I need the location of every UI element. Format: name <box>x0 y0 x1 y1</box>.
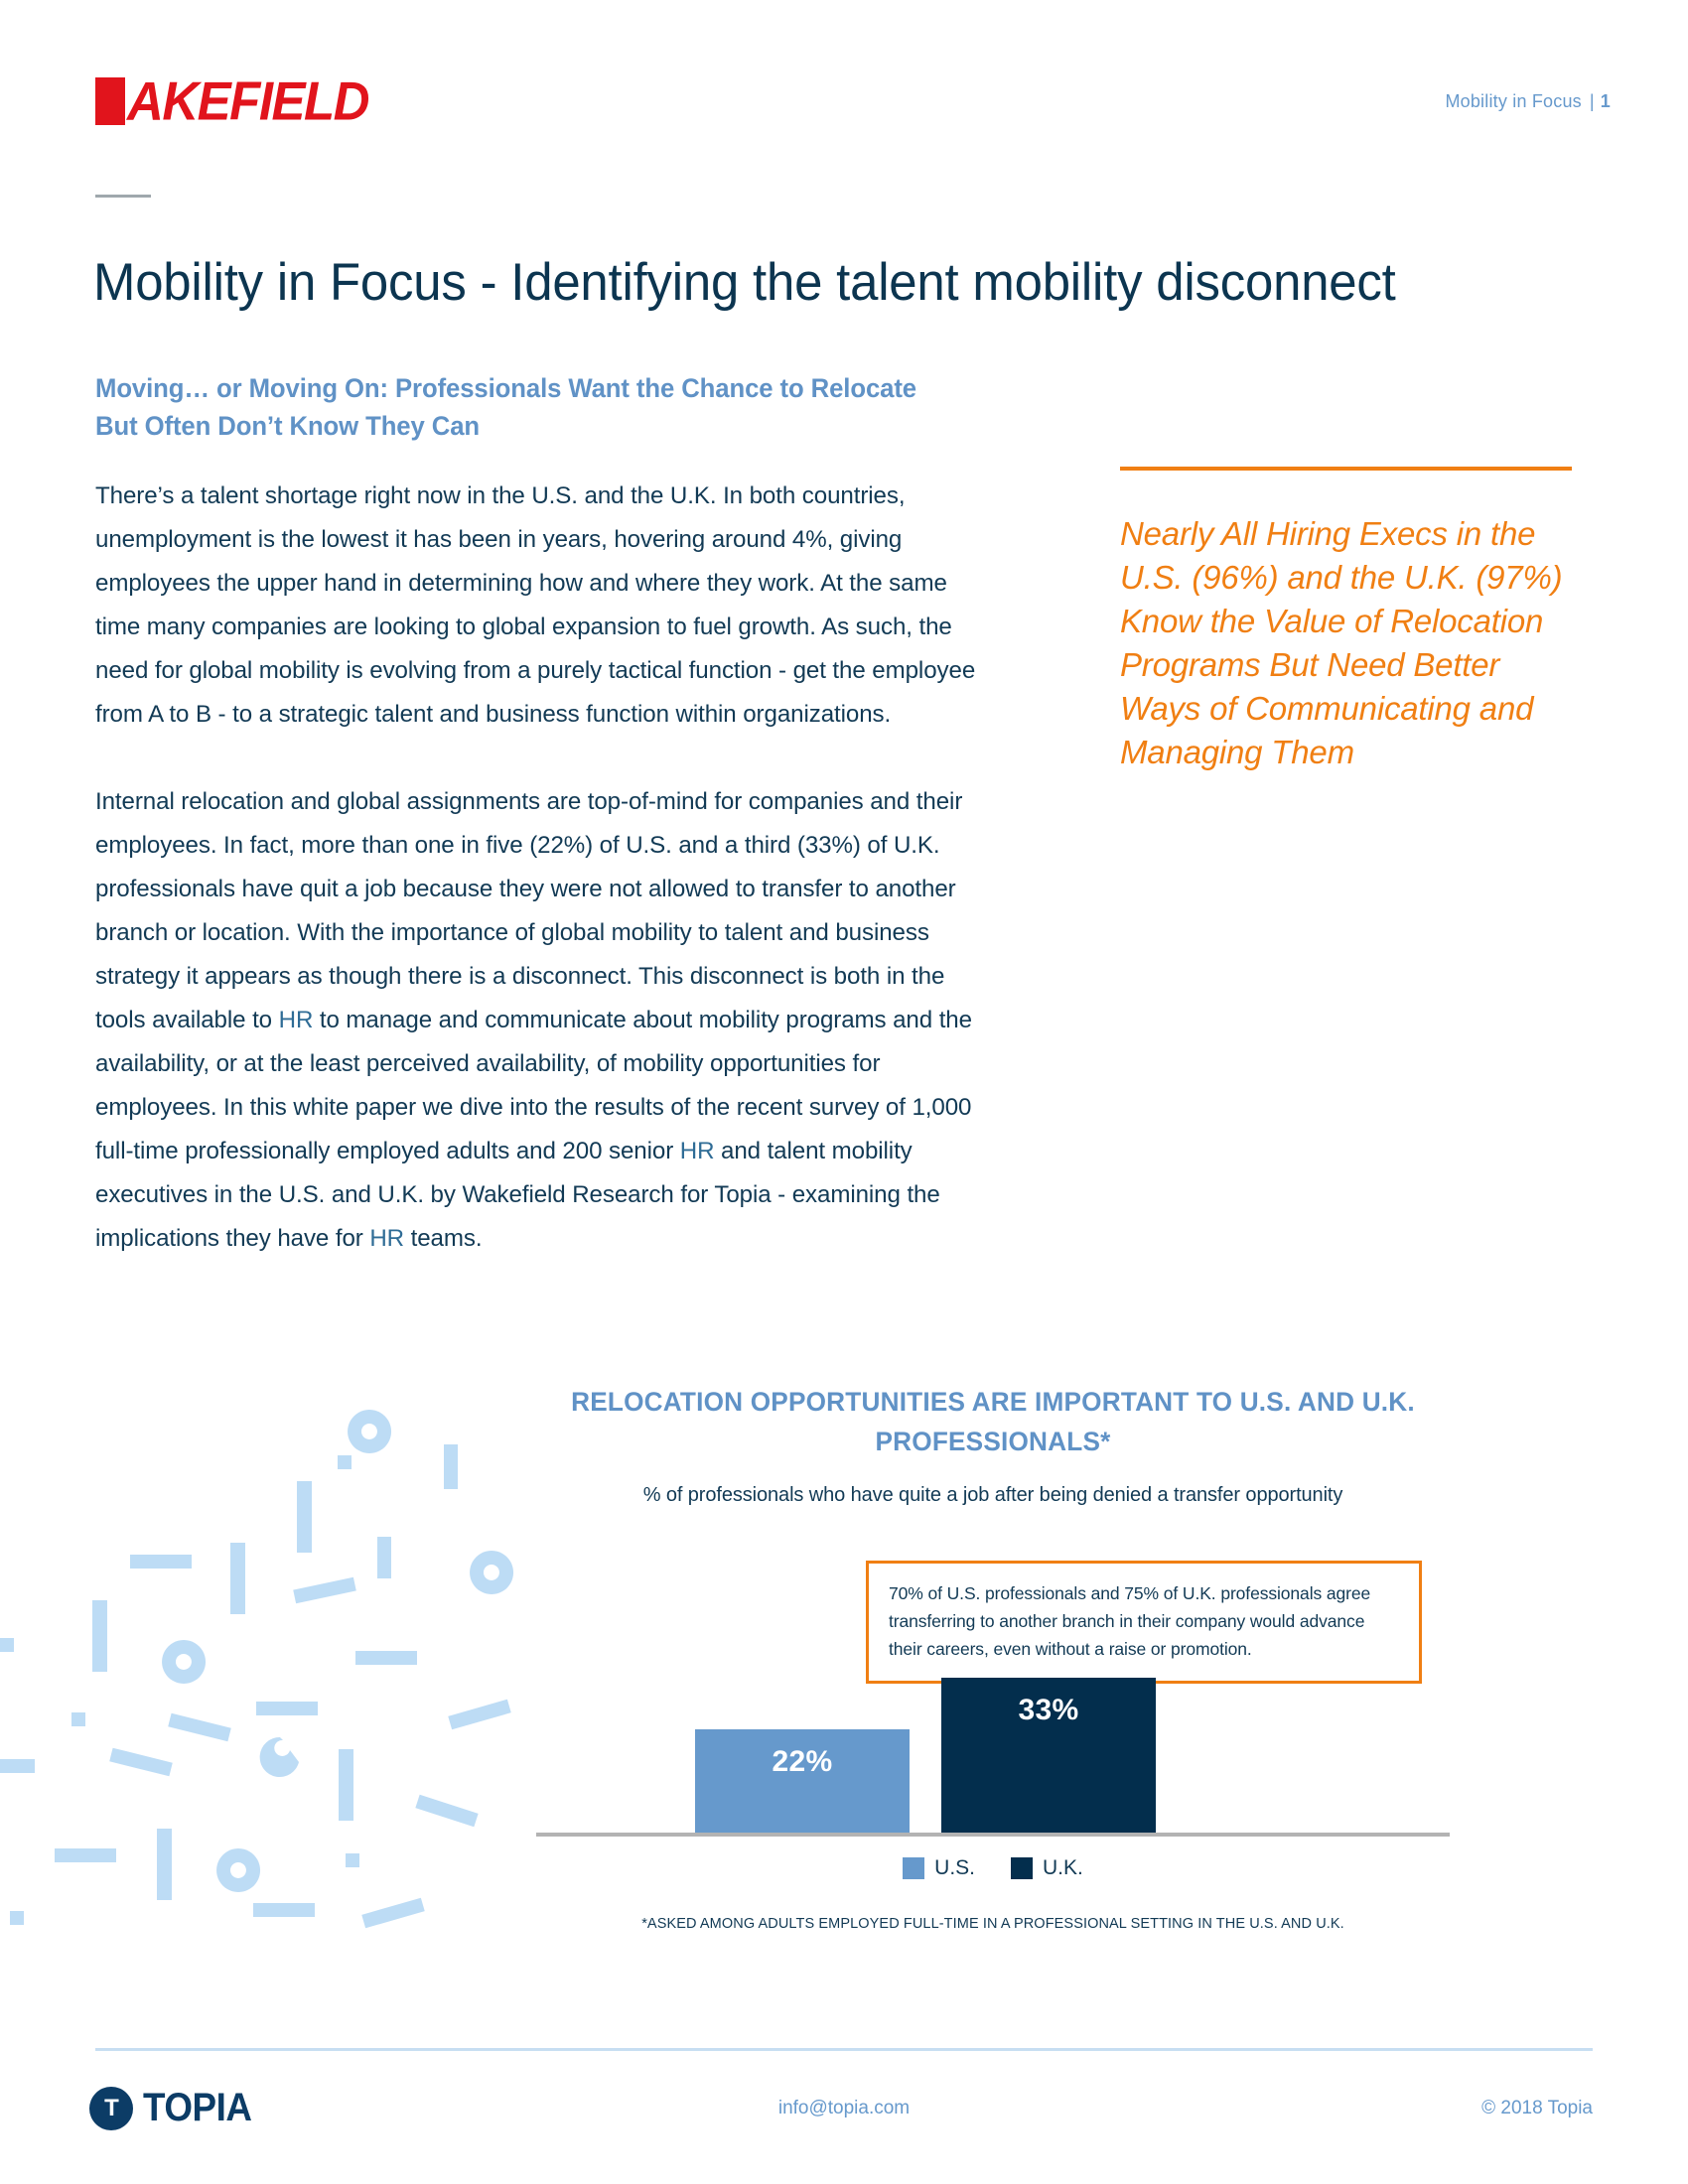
article-body: There’s a talent shortage right now in t… <box>95 475 1009 1304</box>
page-footer: T TOPIA info@topia.com © 2018 Topia <box>0 2070 1688 2184</box>
bar-uk-value-label: 33% <box>1018 1694 1079 1726</box>
section-subheading: Moving… or Moving On: Professionals Want… <box>95 372 917 441</box>
bar-us: 22% <box>695 1729 910 1833</box>
pullquote-text: Nearly All Hiring Execs in the U.S. (96%… <box>1120 515 1563 770</box>
header-doc-label: Mobility in Focus <box>1445 91 1582 111</box>
chart-legend: U.S. U.K. <box>536 1856 1450 1880</box>
legend-item-uk: U.K. <box>1011 1856 1083 1880</box>
wakefield-logo-text: AKEFIELD <box>127 69 370 132</box>
pullquote-block: Nearly All Hiring Execs in the U.S. (96%… <box>1120 467 1587 774</box>
paragraph-2-hr-mention-3: HR <box>369 1225 404 1252</box>
bar-us-value-label: 22% <box>772 1745 833 1778</box>
chart-baseline-axis <box>536 1833 1450 1837</box>
legend-label-us: U.S. <box>934 1856 975 1879</box>
paragraph-2-segment-4: teams. <box>403 1225 483 1252</box>
legend-swatch-uk-icon <box>1011 1857 1033 1879</box>
chart-callout-text: 70% of U.S. professionals and 75% of U.K… <box>889 1583 1371 1659</box>
decorative-dot-pattern <box>0 1410 514 1929</box>
body-paragraph-2: Internal relocation and global assignmen… <box>95 780 995 1261</box>
bar-uk: 33% <box>941 1678 1156 1833</box>
legend-label-uk: U.K. <box>1043 1856 1083 1879</box>
header-page-number: 1 <box>1600 91 1611 111</box>
chart-block: RELOCATION OPPORTUNITIES ARE IMPORTANT T… <box>0 1360 1688 1995</box>
body-paragraph-1: There’s a talent shortage right now in t… <box>95 482 976 728</box>
legend-item-us: U.S. <box>903 1856 975 1880</box>
paragraph-2-segment-1: Internal relocation and global assignmen… <box>95 788 963 1033</box>
paragraph-2-hr-mention-1: HR <box>278 1007 314 1033</box>
legend-swatch-us-icon <box>903 1857 925 1879</box>
footer-copyright: © 2018 Topia <box>1481 2098 1593 2118</box>
pullquote-divider <box>1120 467 1572 471</box>
bar-chart-plot-area: 22% 33% <box>536 1658 1450 1837</box>
chart-subtitle: % of professionals who have quite a job … <box>642 1484 1343 1506</box>
title-divider <box>95 195 151 198</box>
page-header: AKEFIELD Mobility in Focus | 1 <box>0 0 1688 179</box>
footer-divider <box>95 2048 1593 2051</box>
chart-footnote: *ASKED AMONG ADULTS EMPLOYED FULL-TIME I… <box>641 1916 1344 1932</box>
wakefield-logo-bar <box>95 77 125 125</box>
paragraph-2-hr-mention-2: HR <box>679 1138 715 1164</box>
header-meta: Mobility in Focus | 1 <box>1445 91 1611 112</box>
header-separator: | <box>1589 91 1595 111</box>
footer-email[interactable]: info@topia.com <box>0 2098 1688 2119</box>
chart-title: RELOCATION OPPORTUNITIES ARE IMPORTANT T… <box>571 1387 1415 1456</box>
wakefield-logo: AKEFIELD <box>95 69 370 132</box>
page-title: Mobility in Focus - Identifying the tale… <box>93 252 1396 312</box>
